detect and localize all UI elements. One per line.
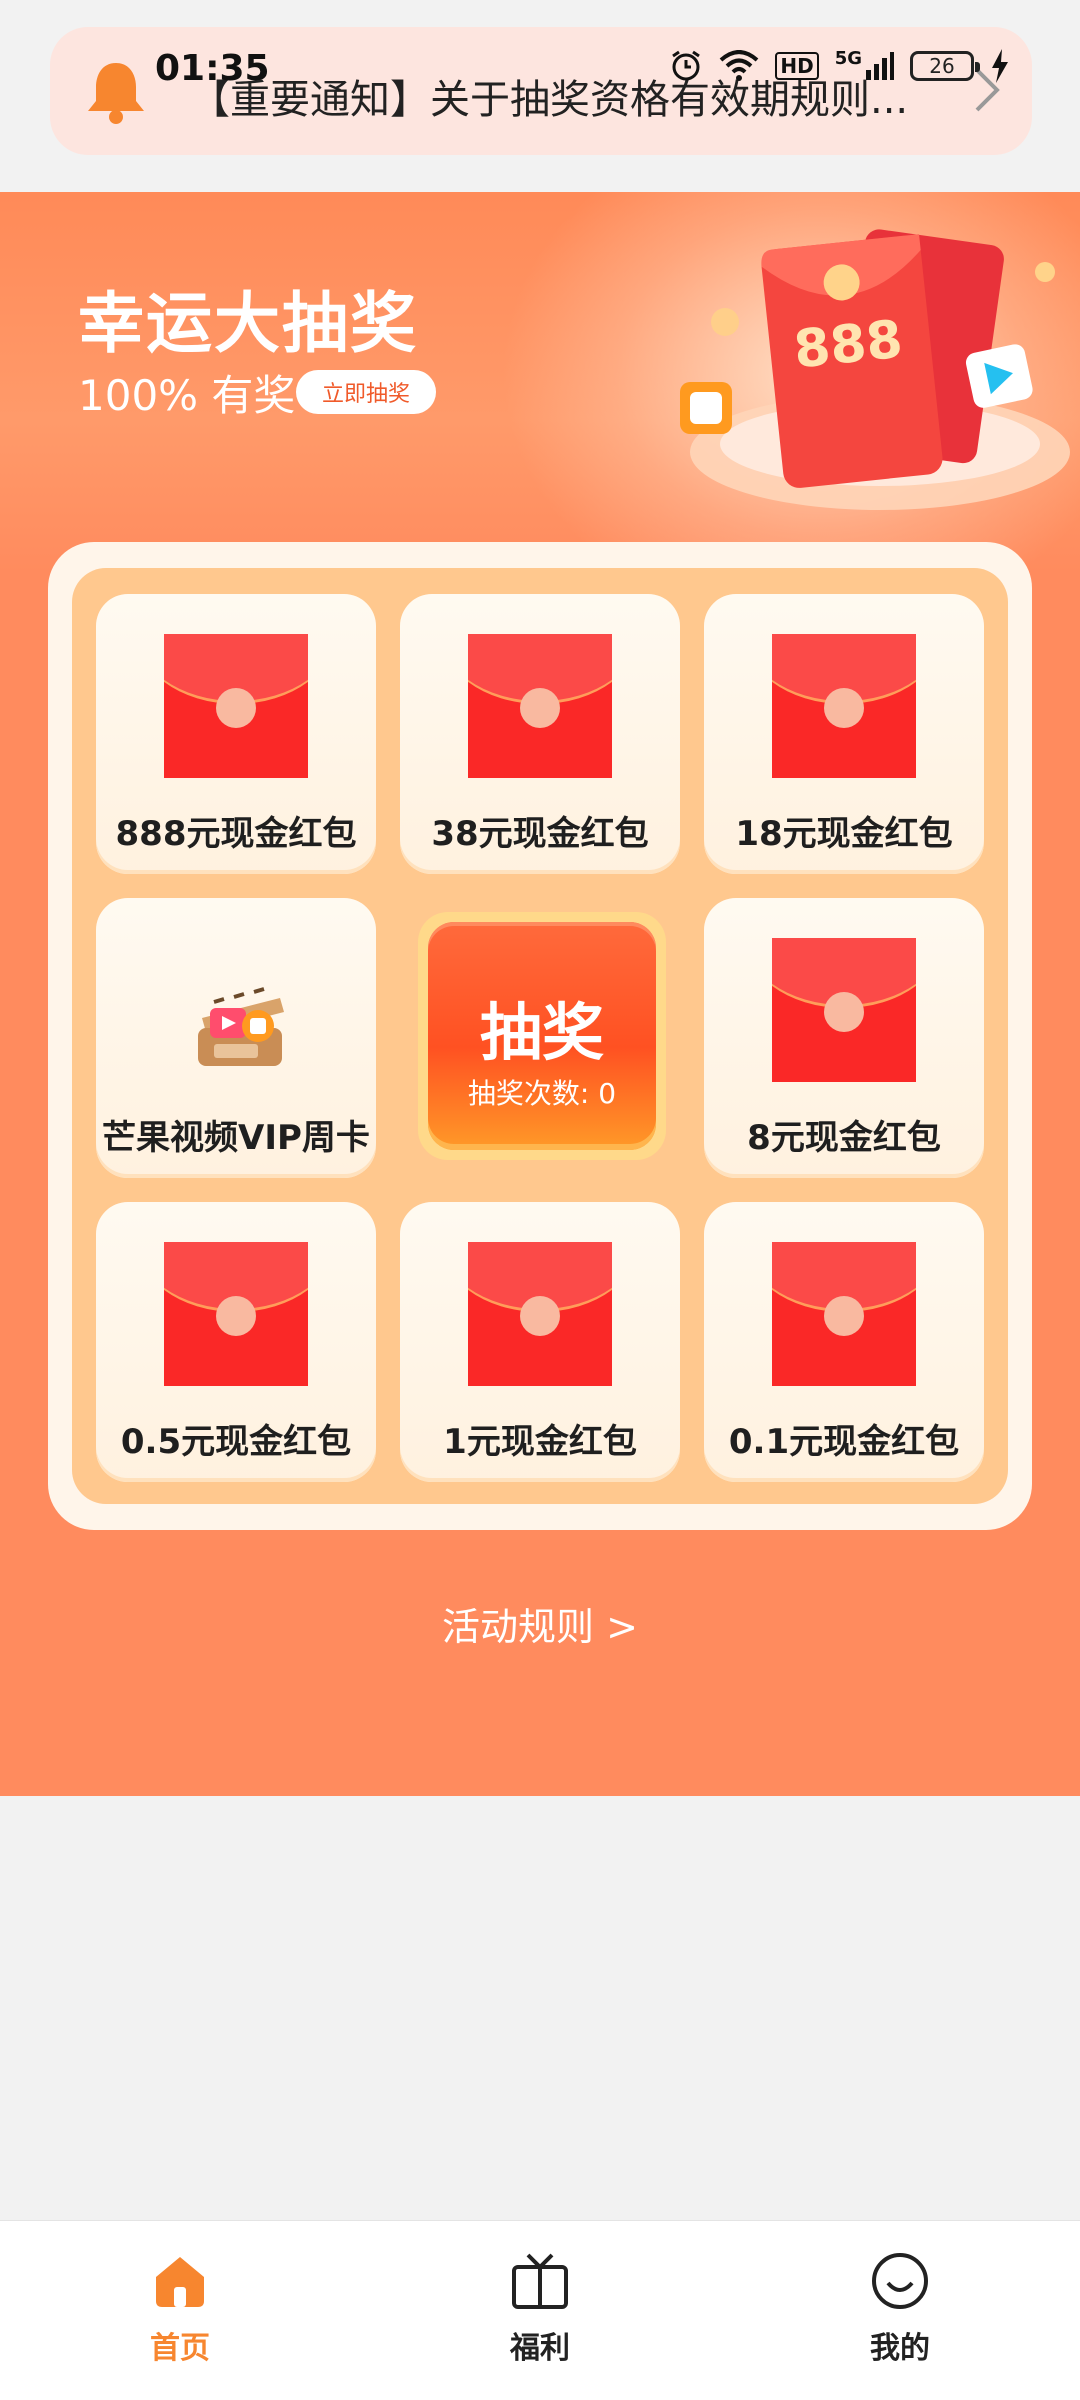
nav-item-welfare[interactable]: 福利: [460, 2249, 620, 2367]
activity-rules-link[interactable]: 活动规则 >: [0, 1596, 1080, 1651]
prize-cell[interactable]: 38元现金红包: [400, 594, 680, 874]
red-envelope-icon: [772, 1242, 916, 1386]
hero-title: 幸运大抽奖: [78, 285, 418, 362]
prize-cell[interactable]: 888元现金红包: [96, 594, 376, 874]
nav-label: 我的: [870, 2331, 930, 2366]
red-envelope-icon: [468, 1242, 612, 1386]
prize-label: 0.1元现金红包: [728, 1422, 960, 1462]
prize-cell[interactable]: 8元现金红包: [704, 898, 984, 1178]
red-envelope-illustration: 888: [680, 229, 1070, 510]
prize-label: 18元现金红包: [735, 814, 953, 854]
draw-count: 抽奖次数: 0: [467, 1077, 617, 1110]
tv-icon: [460, 2249, 620, 2313]
smile-icon: [820, 2249, 980, 2313]
prize-label: 888元现金红包: [115, 814, 357, 854]
vip-card-icon: [198, 987, 284, 1066]
prize-cell[interactable]: 0.1元现金红包: [704, 1202, 984, 1482]
bottom-nav: 首页 福利 我的: [0, 2220, 1080, 2400]
nav-item-home[interactable]: 首页: [100, 2249, 260, 2367]
draw-button-face: 抽奖 抽奖次数: 0: [428, 922, 656, 1150]
red-envelope-icon: [468, 634, 612, 778]
status-time: 01:35: [155, 48, 270, 89]
nav-label: 福利: [510, 2331, 570, 2366]
prize-label: 芒果视频VIP周卡: [102, 1118, 370, 1158]
nav-item-mine[interactable]: 我的: [820, 2249, 980, 2367]
red-envelope-icon: [164, 1242, 308, 1386]
hd-icon: HD: [775, 52, 819, 80]
red-envelope-icon: [164, 634, 308, 778]
draw-now-button[interactable]: 立即抽奖: [296, 370, 436, 414]
status-bar: 01:35 HD 5G 26: [0, 0, 1080, 130]
prize-cell[interactable]: 0.5元现金红包: [96, 1202, 376, 1482]
draw-button[interactable]: 抽奖 抽奖次数: 0: [418, 912, 666, 1160]
nav-label: 首页: [150, 2331, 210, 2366]
prize-label: 1元现金红包: [443, 1422, 637, 1462]
hero-subtitle: 100% 有奖: [78, 371, 296, 420]
battery-indicator: 26: [910, 51, 980, 81]
home-icon: [100, 2249, 260, 2313]
red-envelope-icon: [772, 938, 916, 1082]
prize-label: 38元现金红包: [431, 814, 649, 854]
red-envelope-icon: [772, 634, 916, 778]
signal-icon: 5G: [835, 48, 894, 84]
charging-icon: [990, 48, 1010, 84]
prize-label: 8元现金红包: [747, 1118, 941, 1158]
status-icons: HD 5G 26: [669, 48, 1010, 84]
prize-cell[interactable]: 芒果视频VIP周卡: [96, 898, 376, 1178]
draw-title: 抽奖: [479, 996, 604, 1069]
prize-cell[interactable]: 1元现金红包: [400, 1202, 680, 1482]
wifi-icon: [719, 48, 759, 84]
page: 幸运大抽奖 100% 有奖 立即抽奖 888 01:35 HD 5G 26 【重…: [0, 0, 1080, 2400]
alarm-icon: [669, 48, 703, 84]
prize-label: 0.5元现金红包: [120, 1422, 352, 1462]
prize-cell[interactable]: 18元现金红包: [704, 594, 984, 874]
hero-art-amount: 888: [791, 310, 905, 381]
network-label: 5G: [834, 48, 862, 69]
hero-banner: 幸运大抽奖 100% 有奖 立即抽奖 888: [0, 192, 1080, 572]
